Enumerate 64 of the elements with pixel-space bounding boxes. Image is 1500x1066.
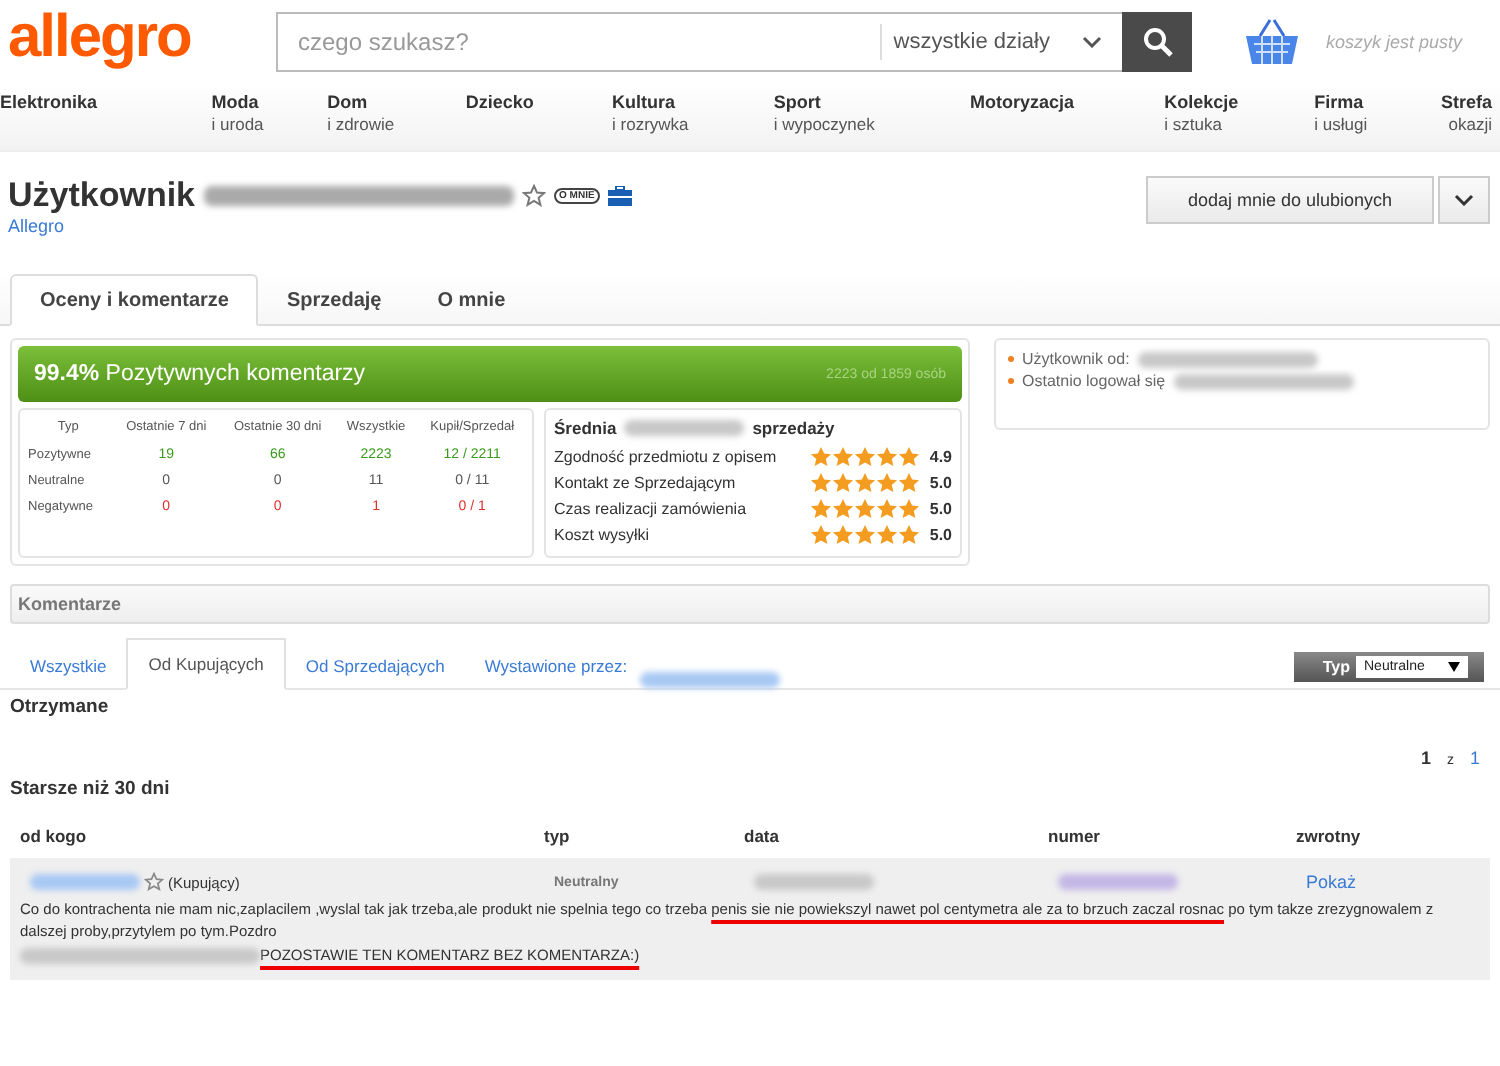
category-link[interactable]: Kultura i rozrywka [612, 92, 774, 150]
redacted-blur [639, 672, 780, 688]
bullet-icon [1008, 356, 1014, 362]
section-title: Komentarze [18, 594, 122, 614]
tab[interactable]: Wszystkie [10, 644, 127, 688]
rating-value: 5.0 [927, 500, 952, 518]
tab[interactable]: Oceny i komentarze [10, 274, 259, 326]
briefcase-icon [608, 186, 633, 206]
column-header: od kogo [20, 826, 89, 846]
column-header: data [744, 826, 781, 846]
summary-title: 99.4% Pozytywnych komentarzy [34, 362, 366, 386]
bullet-icon [1008, 378, 1014, 384]
star-icon [521, 184, 546, 208]
category-link[interactable]: Dom i zdrowie [327, 92, 466, 150]
redacted-blur [30, 874, 140, 890]
tab[interactable]: Wystawione przez: [464, 644, 648, 688]
ratings-title: sprzedaży [752, 418, 835, 438]
received-heading: Otrzymane [8, 694, 111, 722]
redacted-blur [754, 874, 874, 890]
category-link[interactable]: Sport i wypoczynek [773, 92, 970, 150]
page-link[interactable]: 1 [1469, 748, 1480, 768]
user-title: Użytkownik [8, 176, 196, 216]
filter-label: Typ [1322, 658, 1350, 676]
rating-value: 4.9 [927, 448, 952, 466]
current-page: 1 [1420, 748, 1431, 768]
chevron-icon [1454, 194, 1474, 206]
column-header: numer [1048, 826, 1102, 846]
period-heading: Starsze niż 30 dni [8, 776, 172, 804]
category-link[interactable]: Motoryzacja [969, 92, 1165, 150]
category-link[interactable]: Strefa okazji [1426, 92, 1500, 150]
tab[interactable]: Od Kupujących [126, 638, 286, 690]
rating-value: 5.0 [927, 474, 952, 492]
basket-icon[interactable] [1242, 18, 1302, 66]
rating-label: Zgodność przedmiotu z opisem [554, 448, 779, 466]
column-header: typ [544, 826, 572, 846]
user-link[interactable]: Allegro [8, 216, 65, 236]
redacted-blur [624, 420, 745, 436]
tab[interactable]: O mnie [409, 276, 534, 324]
category-link[interactable]: Kolekcje i sztuka [1164, 92, 1315, 150]
rating-label: Czas realizacji zamówienia [554, 500, 749, 518]
tab[interactable]: Sprzedaję [258, 276, 410, 324]
category-link[interactable]: Moda i uroda [211, 92, 328, 150]
search-button[interactable] [1122, 12, 1192, 72]
tab[interactable]: Od Sprzedających [285, 644, 465, 688]
info-text: Ostatnio logował się [1022, 372, 1166, 390]
cart-status: koszyk jest pusty [1326, 32, 1463, 52]
chevron-icon [1082, 36, 1102, 48]
dropdown-button[interactable] [1438, 176, 1490, 224]
favorite-button[interactable]: dodaj mnie do ulubionych [1146, 176, 1434, 224]
caret-icon [1448, 662, 1460, 672]
show-link[interactable]: Pokaż [1306, 872, 1357, 892]
redacted-blur [1058, 874, 1178, 890]
info-text: Użytkownik od: [1022, 350, 1130, 368]
rating-value: 5.0 [927, 526, 952, 544]
search-field[interactable]: czego szukasz? wszystkie działy [276, 12, 1122, 72]
search-icon [1141, 26, 1173, 58]
category-link[interactable]: Dziecko [465, 92, 613, 150]
rating-label: Kontakt ze Sprzedającym [554, 474, 738, 492]
column-header: zwrotny [1296, 826, 1361, 846]
category-link[interactable]: Elektronika [0, 92, 212, 150]
rating-label: Koszt wysyłki [554, 526, 652, 544]
ratings-title: Średnia [554, 418, 617, 438]
category-link[interactable]: Firma i usługi [1314, 92, 1411, 150]
star-icon [144, 872, 164, 892]
